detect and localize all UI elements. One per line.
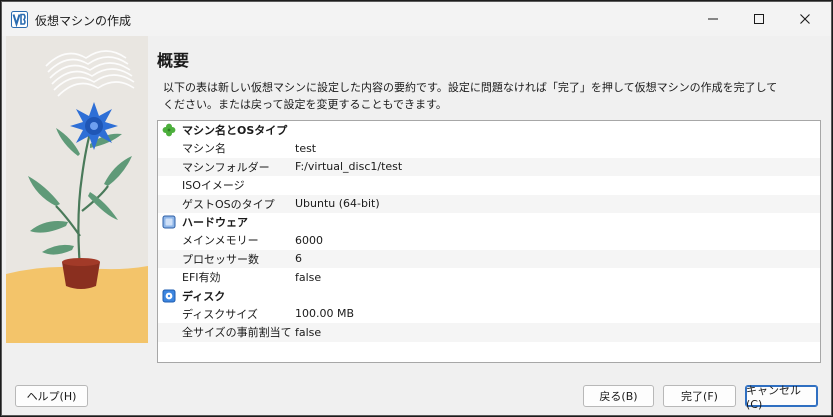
maximize-icon (754, 14, 764, 24)
summary-table[interactable]: マシン名とOSタイプ マシン名 test マシンフォルダー F:/virtual… (157, 120, 821, 363)
page-description: 以下の表は新しい仮想マシンに設定した内容の要約です。設定に問題なければ「完了」を… (163, 81, 778, 111)
title-bar[interactable]: 仮想マシンの作成 (2, 2, 831, 36)
row-value: 6 (295, 252, 302, 266)
row-label: 全サイズの事前割当て (182, 326, 292, 340)
row-value: test (295, 141, 317, 155)
close-icon (800, 14, 810, 24)
chip-icon (161, 214, 177, 230)
row-label: メインメモリー (182, 234, 259, 248)
close-button[interactable] (782, 2, 828, 36)
row-label: ゲストOSのタイプ (182, 197, 275, 211)
table-row[interactable]: EFI有効 false (158, 268, 820, 287)
window-title: 仮想マシンの作成 (35, 14, 132, 28)
table-row[interactable]: マシン名 test (158, 139, 820, 158)
table-row[interactable]: 全サイズの事前割当て false (158, 323, 820, 342)
section-header: ハードウェア (158, 213, 820, 231)
row-value: 6000 (295, 233, 323, 247)
finish-button[interactable]: 完了(F) (663, 385, 736, 407)
clover-icon (161, 122, 177, 138)
row-value: false (295, 325, 322, 339)
page-title: 概要 (157, 51, 190, 70)
table-row[interactable]: マシンフォルダー F:/virtual_disc1/test (158, 157, 820, 176)
table-row[interactable]: ディスクサイズ 100.00 MB (158, 305, 820, 324)
row-value: false (295, 270, 322, 284)
disk-icon (161, 288, 177, 304)
section-title: ディスク (182, 289, 226, 303)
cancel-button[interactable]: キャンセル(C) (745, 384, 818, 411)
row-label: ディスクサイズ (182, 307, 258, 321)
section-header: マシン名とOSタイプ (158, 121, 820, 139)
row-label: プロセッサー数 (182, 252, 259, 266)
table-row[interactable]: プロセッサー数 6 (158, 249, 820, 268)
create-vm-dialog: 仮想マシンの作成 概要 以下の表は新しい仮想マシンに設定した内容の要約です。設定… (1, 1, 832, 416)
row-label: ISOイメージ (182, 179, 245, 193)
minimize-button[interactable] (690, 2, 736, 36)
help-button[interactable]: ヘルプ(H) (15, 385, 88, 407)
maximize-button[interactable] (736, 2, 782, 36)
row-value: F:/virtual_disc1/test (295, 160, 403, 174)
virtualbox-icon (11, 11, 28, 28)
table-row[interactable]: ISOイメージ (158, 176, 820, 195)
section-title: ハードウェア (182, 216, 248, 229)
table-row[interactable]: ゲストOSのタイプ Ubuntu (64-bit) (158, 194, 820, 213)
section-header: ディスク (158, 287, 820, 305)
wizard-illustration (6, 36, 148, 343)
row-value: 100.00 MB (295, 307, 355, 321)
section-title: マシン名とOSタイプ (182, 124, 288, 137)
minimize-icon (708, 18, 718, 20)
row-value: Ubuntu (64-bit) (295, 197, 380, 211)
back-button[interactable]: 戻る(B) (583, 385, 654, 407)
row-label: マシンフォルダー (182, 160, 270, 174)
row-label: マシン名 (182, 142, 226, 156)
row-label: EFI有効 (182, 271, 221, 285)
table-row[interactable]: メインメモリー 6000 (158, 231, 820, 250)
